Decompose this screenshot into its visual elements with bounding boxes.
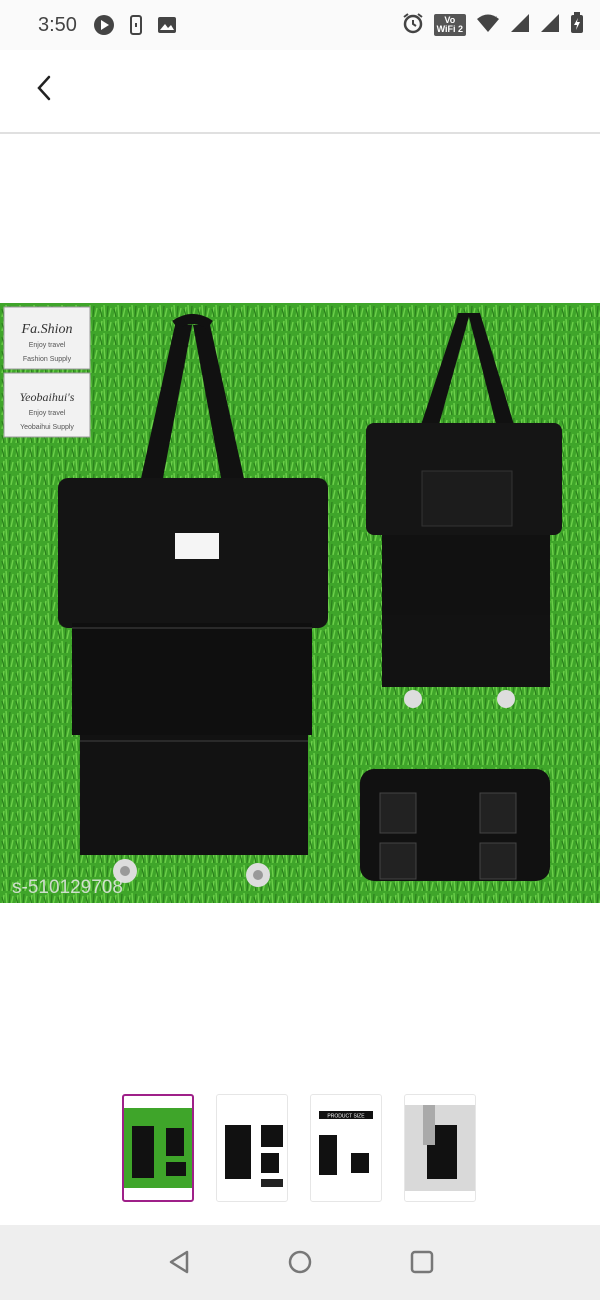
brand-label-bottom: Yeobaihui's Enjoy travel Yeobaihui Suppl… (3, 372, 91, 438)
alarm-icon (402, 12, 424, 39)
square-recents-icon (409, 1249, 435, 1280)
thumbnail-2[interactable] (216, 1094, 288, 1202)
thumbnail-1[interactable] (122, 1094, 194, 1202)
thumbnail-strip: PRODUCT SIZE (0, 1094, 600, 1204)
signal-icon (510, 13, 530, 38)
thumb-3-caption: PRODUCT SIZE (327, 1114, 365, 1120)
status-bar: 3:50 Vo WiFi 2 x (0, 0, 600, 50)
phone-icon (129, 15, 143, 35)
product-main-image[interactable]: Fa.Shion Enjoy travel Fashion Supply Yeo… (0, 303, 600, 903)
wheel-base (360, 769, 550, 881)
battery-icon (570, 11, 584, 39)
svg-text:Enjoy travel: Enjoy travel (29, 410, 66, 417)
nav-home-button[interactable] (285, 1249, 315, 1279)
svg-text:Enjoy travel: Enjoy travel (29, 342, 66, 349)
status-time: 3:50 (38, 13, 77, 36)
svg-text:Yeobaihui Supply: Yeobaihui Supply (20, 424, 74, 431)
app-bar (0, 50, 600, 134)
svg-text:Yeobaihui's: Yeobaihui's (20, 390, 75, 404)
wifi-icon: x (476, 13, 500, 38)
chevron-left-icon (34, 74, 54, 107)
product-photo: Fa.Shion Enjoy travel Fashion Supply Yeo… (0, 303, 600, 903)
triangle-back-icon (167, 1249, 191, 1280)
thumbnail-4[interactable] (404, 1094, 476, 1202)
system-nav-bar (0, 1225, 600, 1300)
svg-text:x: x (493, 14, 497, 23)
play-circle-icon (93, 14, 115, 36)
watermark-text: s-510129708 (12, 877, 123, 898)
image-icon (157, 16, 177, 34)
nav-back-button[interactable] (164, 1249, 194, 1279)
vowifi-icon: Vo WiFi 2 (433, 14, 466, 36)
label-top-text: Fa.Shion (21, 322, 73, 337)
circle-home-icon (287, 1249, 313, 1280)
svg-text:Fashion Supply: Fashion Supply (23, 356, 72, 363)
vowifi-line2: WiFi 2 (436, 24, 463, 34)
back-button[interactable] (24, 70, 64, 110)
brand-label-top: Fa.Shion Enjoy travel Fashion Supply (3, 306, 91, 370)
nav-recents-button[interactable] (407, 1249, 437, 1279)
thumbnail-3[interactable]: PRODUCT SIZE (310, 1094, 382, 1202)
signal-icon-2 (540, 13, 560, 38)
